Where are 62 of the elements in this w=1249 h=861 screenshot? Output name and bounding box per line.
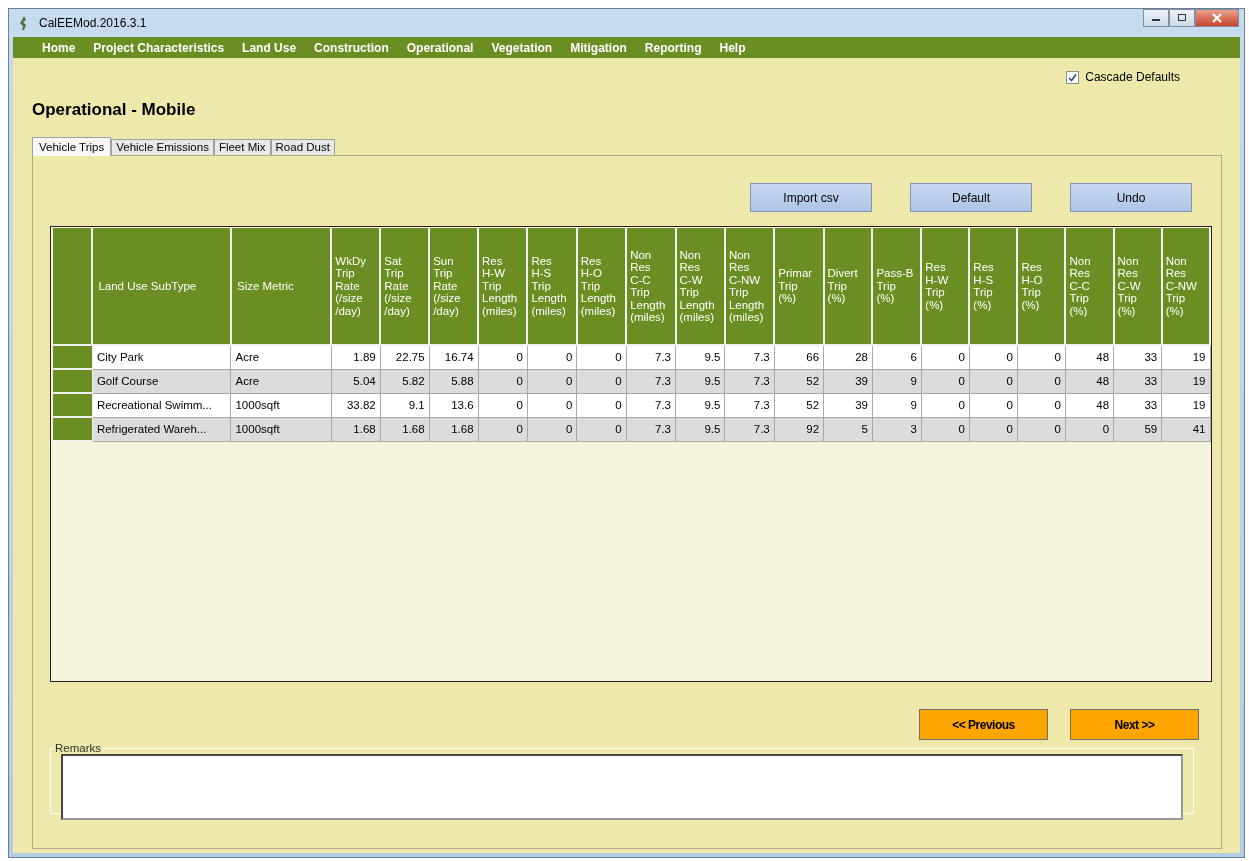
column-header: Res H-S Trip Length (miles) xyxy=(527,228,577,345)
column-header: Non Res C-C Trip (%) xyxy=(1065,228,1114,345)
column-header: Res H-W Trip (%) xyxy=(921,228,970,345)
maximize-button[interactable] xyxy=(1169,9,1195,27)
row-header[interactable] xyxy=(53,345,93,369)
column-header: Primar Trip (%) xyxy=(774,228,824,345)
remarks-field[interactable] xyxy=(61,754,1183,820)
row-header[interactable] xyxy=(53,417,93,441)
check-icon xyxy=(1068,72,1078,82)
column-header: Divert Trip (%) xyxy=(823,228,873,345)
table-cell[interactable]: Acre xyxy=(230,369,332,393)
maximize-icon xyxy=(1177,13,1187,23)
menu-item[interactable]: Land Use xyxy=(233,40,306,55)
next-button[interactable]: Next >> xyxy=(1070,709,1199,740)
table-cell[interactable]: Acre xyxy=(230,345,332,369)
menu-item[interactable]: Mitigation xyxy=(561,40,636,55)
table-cell[interactable]: Golf Course xyxy=(92,369,231,393)
tab[interactable]: Vehicle Trips xyxy=(32,137,112,156)
table-cell[interactable]: 1000sqft xyxy=(230,417,332,441)
menu-item[interactable]: Project Characteristics xyxy=(84,40,234,55)
table-cell[interactable]: Recreational Swimm... xyxy=(92,393,231,417)
column-header: Non Res C-NW Trip Length (miles) xyxy=(724,228,775,345)
tab[interactable]: Vehicle Emissions xyxy=(111,139,214,155)
menu-item[interactable]: Operational xyxy=(397,40,483,55)
column-header: Res H-S Trip (%) xyxy=(969,228,1018,345)
page-title: Operational - Mobile xyxy=(32,100,197,121)
menu-item[interactable]: Construction xyxy=(305,40,398,55)
column-header: Non Res C-C Trip Length (miles) xyxy=(626,228,676,345)
table-cell[interactable]: 1000sqft xyxy=(230,393,332,417)
column-header: Pass-B Trip (%) xyxy=(872,228,922,345)
row-header[interactable] xyxy=(53,369,93,393)
menu-item[interactable]: Home xyxy=(33,40,85,55)
tab[interactable]: Road Dust xyxy=(270,139,335,155)
checkbox[interactable] xyxy=(1066,70,1080,84)
column-header: Res H-O Trip Length (miles) xyxy=(576,228,627,345)
previous-button[interactable]: << Previous xyxy=(919,709,1048,740)
column-header: Res H-W Trip Length (miles) xyxy=(478,228,528,345)
minimize-button[interactable] xyxy=(1143,9,1169,27)
action-button[interactable]: Import csv xyxy=(750,183,872,212)
close-button[interactable] xyxy=(1195,9,1239,27)
menu-item[interactable]: Vegetation xyxy=(482,40,562,55)
column-header: Non Res C-W Trip Length (miles) xyxy=(675,228,725,345)
table-cell[interactable]: Refrigerated Wareh... xyxy=(92,417,231,441)
window-title: CalEEMod.2016.3.1 xyxy=(39,16,147,30)
menu-item[interactable]: Reporting xyxy=(635,40,711,55)
close-icon xyxy=(1211,13,1223,23)
column-header: Non Res C-W Trip (%) xyxy=(1113,228,1162,345)
action-button[interactable]: Default xyxy=(910,183,1032,212)
row-header[interactable] xyxy=(53,393,93,417)
group-label: Remarks xyxy=(54,742,102,754)
column-header: Land Use SubType xyxy=(92,228,231,345)
action-button[interactable]: Undo xyxy=(1070,183,1192,212)
table-cell[interactable]: City Park xyxy=(92,345,231,369)
column-header: Sat Trip Rate (/size /day) xyxy=(380,228,430,345)
column-header: Size Metric xyxy=(230,228,332,345)
column-header: Sun Trip Rate (/size /day) xyxy=(429,228,479,345)
column-header: Non Res C-NW Trip (%) xyxy=(1161,228,1210,345)
column-header: Res H-O Trip (%) xyxy=(1017,228,1066,345)
menu-item[interactable]: Help xyxy=(710,40,755,55)
tab[interactable]: Fleet Mix xyxy=(213,139,271,155)
checkbox-label: Cascade Defaults xyxy=(1085,70,1180,84)
column-header: WkDy Trip Rate (/size /day) xyxy=(331,228,381,345)
